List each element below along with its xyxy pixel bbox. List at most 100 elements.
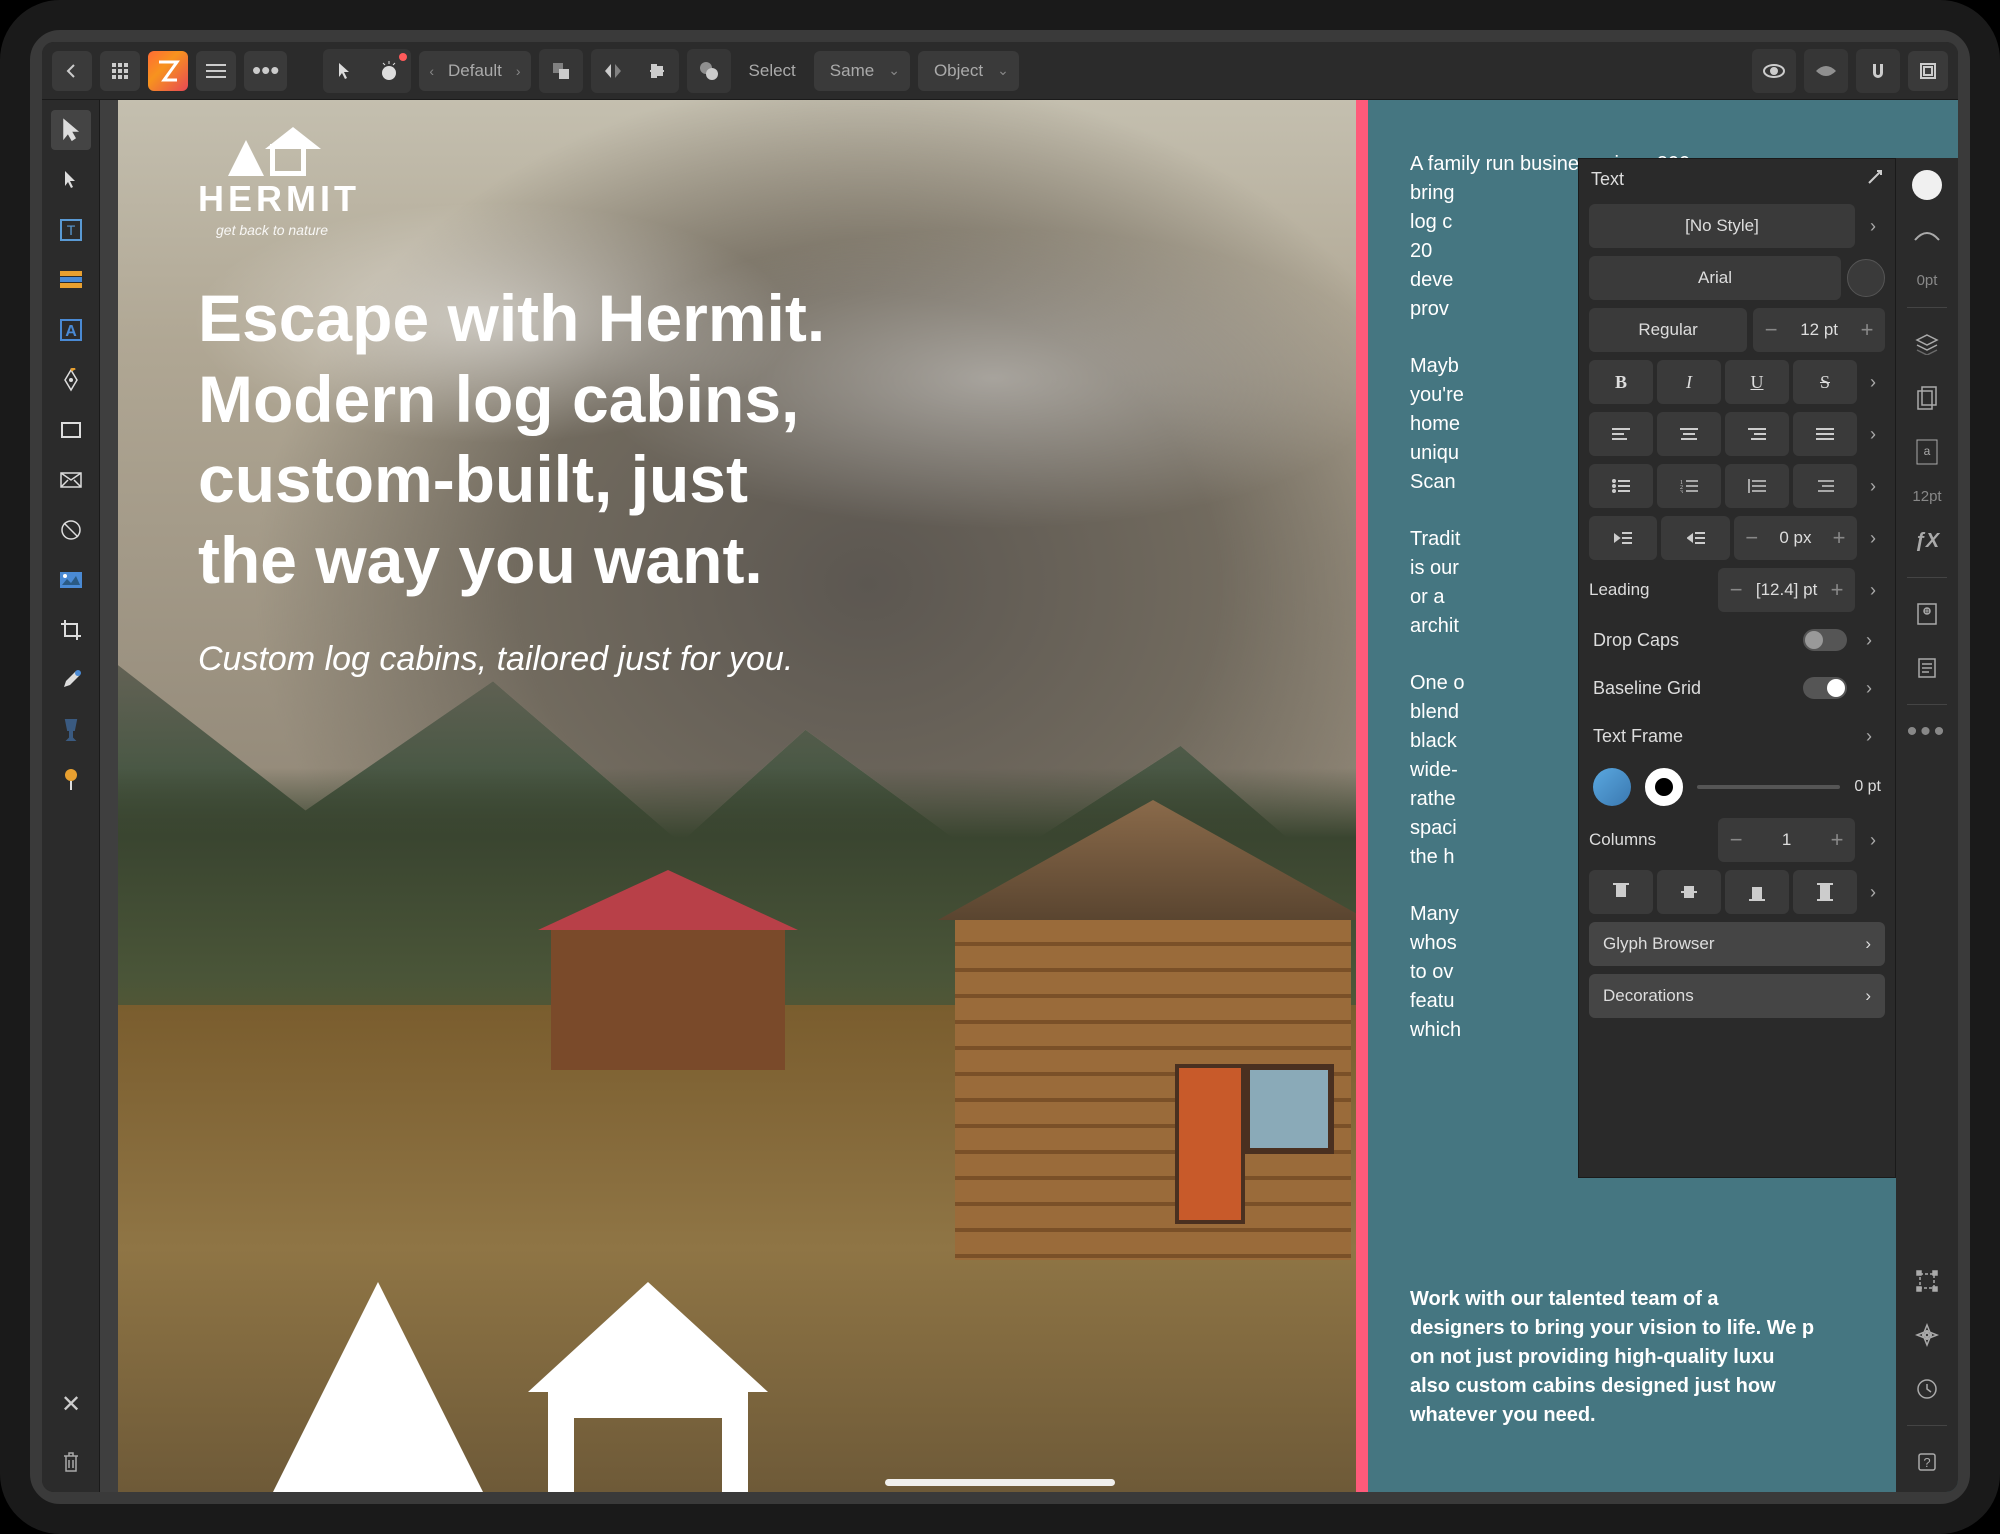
more-menu[interactable]: ••• [244, 51, 287, 91]
back-button[interactable] [52, 51, 92, 91]
pen-tool-icon[interactable] [51, 360, 91, 400]
fields-studio-icon[interactable] [1909, 650, 1945, 686]
node-tool-icon[interactable] [51, 160, 91, 200]
same-dropdown[interactable]: Same ⌄ [814, 51, 910, 91]
align-button[interactable] [637, 51, 677, 91]
chevron-right-icon[interactable]: › [1861, 516, 1885, 560]
stroke-style-icon[interactable] [1909, 218, 1945, 254]
chevron-right-icon[interactable]: › [1861, 464, 1885, 508]
headline[interactable]: Escape with Hermit. Modern log cabins, c… [198, 278, 825, 600]
text-style-selector[interactable]: [No Style] [1589, 204, 1855, 248]
numbered-list-button[interactable]: 123 [1657, 464, 1721, 508]
stroke-swatch[interactable] [1645, 768, 1683, 806]
chevron-right-icon[interactable]: › [1861, 830, 1885, 851]
list-style-4-button[interactable] [1793, 464, 1857, 508]
history-studio-icon[interactable] [1909, 1371, 1945, 1407]
preset-selector[interactable]: ‹ Default › [419, 51, 530, 91]
move-tool[interactable] [325, 51, 365, 91]
help-icon[interactable]: ? [1909, 1444, 1945, 1480]
increase-button[interactable]: + [1849, 317, 1885, 343]
rectangle-tool-icon[interactable] [51, 410, 91, 450]
chevron-right-icon[interactable]: › [1861, 580, 1885, 601]
artistic-text-tool-icon[interactable]: A [51, 310, 91, 350]
underline-button[interactable]: U [1725, 360, 1789, 404]
picture-frame-tool-icon[interactable] [51, 560, 91, 600]
valign-center-button[interactable] [1657, 870, 1721, 914]
valign-bottom-button[interactable] [1725, 870, 1789, 914]
drop-caps-row[interactable]: Drop Caps › [1579, 616, 1895, 664]
align-justify-button[interactable] [1793, 412, 1857, 456]
view-mode-button[interactable] [1806, 51, 1846, 91]
drop-caps-toggle[interactable] [1803, 629, 1847, 651]
italic-button[interactable]: I [1657, 360, 1721, 404]
chevron-right-icon[interactable]: › [512, 63, 525, 79]
align-center-button[interactable] [1657, 412, 1721, 456]
more-studios-icon[interactable]: ••• [1907, 723, 1948, 741]
align-right-button[interactable] [1725, 412, 1789, 456]
pin-tool-icon[interactable] [51, 760, 91, 800]
envelope-tool-icon[interactable] [51, 460, 91, 500]
columns-stepper[interactable]: − 1 + [1718, 818, 1855, 862]
grid-button[interactable] [100, 51, 140, 91]
boolean-button[interactable] [689, 51, 729, 91]
outdent-button[interactable] [1589, 516, 1657, 560]
layers-studio-icon[interactable] [1909, 326, 1945, 362]
move-tool-icon[interactable] [51, 110, 91, 150]
font-family-selector[interactable]: Arial [1589, 256, 1841, 300]
eyedropper-tool-icon[interactable] [51, 660, 91, 700]
decrease-button[interactable]: − [1753, 317, 1789, 343]
table-tool-icon[interactable] [51, 260, 91, 300]
chevron-right-icon[interactable]: › [1857, 630, 1881, 651]
chevron-right-icon[interactable]: › [1857, 678, 1881, 699]
font-weight-selector[interactable]: Regular [1589, 308, 1747, 352]
font-size-stepper[interactable]: − 12 pt + [1753, 308, 1885, 352]
pin-panel-icon[interactable] [1867, 169, 1883, 190]
glyph-browser-button[interactable]: Glyph Browser› [1589, 922, 1885, 966]
chevron-right-icon[interactable]: › [1861, 412, 1885, 456]
character-studio-icon[interactable]: a [1909, 434, 1945, 470]
valign-top-button[interactable] [1589, 870, 1653, 914]
chevron-right-icon[interactable]: › [1861, 360, 1885, 404]
circle-cross-tool-icon[interactable] [51, 510, 91, 550]
fullscreen-button[interactable] [1908, 51, 1948, 91]
hamburger-menu[interactable] [196, 51, 236, 91]
flip-h-button[interactable] [593, 51, 633, 91]
text-color-swatch[interactable] [1847, 259, 1885, 297]
bold-button[interactable]: B [1589, 360, 1653, 404]
text-frame-tool-icon[interactable]: T [51, 210, 91, 250]
baseline-grid-row[interactable]: Baseline Grid › [1579, 664, 1895, 712]
leading-stepper[interactable]: − [12.4] pt + [1718, 568, 1855, 612]
chevron-left-icon[interactable]: ‹ [425, 63, 438, 79]
crop-tool-icon[interactable] [51, 610, 91, 650]
chevron-right-icon[interactable]: › [1857, 726, 1881, 747]
glass-tool-icon[interactable] [51, 710, 91, 750]
fx-studio-icon[interactable]: ƒX [1909, 523, 1945, 559]
list-style-3-button[interactable] [1725, 464, 1789, 508]
preview-button[interactable] [1754, 51, 1794, 91]
trash-icon[interactable] [51, 1442, 91, 1482]
arrange-button[interactable] [541, 51, 581, 91]
valign-justify-button[interactable] [1793, 870, 1857, 914]
baseline-grid-toggle[interactable] [1803, 677, 1847, 699]
transform-studio-icon[interactable] [1909, 1263, 1945, 1299]
decorations-button[interactable]: Decorations› [1589, 974, 1885, 1018]
chevron-right-icon[interactable]: › [1861, 216, 1885, 237]
magic-tool[interactable] [369, 51, 409, 91]
color-well[interactable] [1912, 170, 1942, 200]
align-left-button[interactable] [1589, 412, 1653, 456]
home-indicator[interactable] [885, 1479, 1115, 1486]
object-dropdown[interactable]: Object ⌄ [918, 51, 1019, 91]
text-frame-row[interactable]: Text Frame › [1579, 712, 1895, 760]
subheading[interactable]: Custom log cabins, tailored just for you… [198, 640, 825, 679]
navigator-studio-icon[interactable] [1909, 1317, 1945, 1353]
chevron-right-icon[interactable]: › [1861, 870, 1885, 914]
fill-swatch[interactable] [1593, 768, 1631, 806]
pages-studio-icon[interactable] [1909, 380, 1945, 416]
indent-stepper[interactable]: − 0 px + [1734, 516, 1857, 560]
stroke-width-slider[interactable] [1697, 785, 1840, 789]
bullet-list-button[interactable] [1589, 464, 1653, 508]
close-icon[interactable]: ✕ [51, 1384, 91, 1424]
assets-studio-icon[interactable] [1909, 596, 1945, 632]
snap-button[interactable] [1858, 51, 1898, 91]
strike-button[interactable]: S [1793, 360, 1857, 404]
